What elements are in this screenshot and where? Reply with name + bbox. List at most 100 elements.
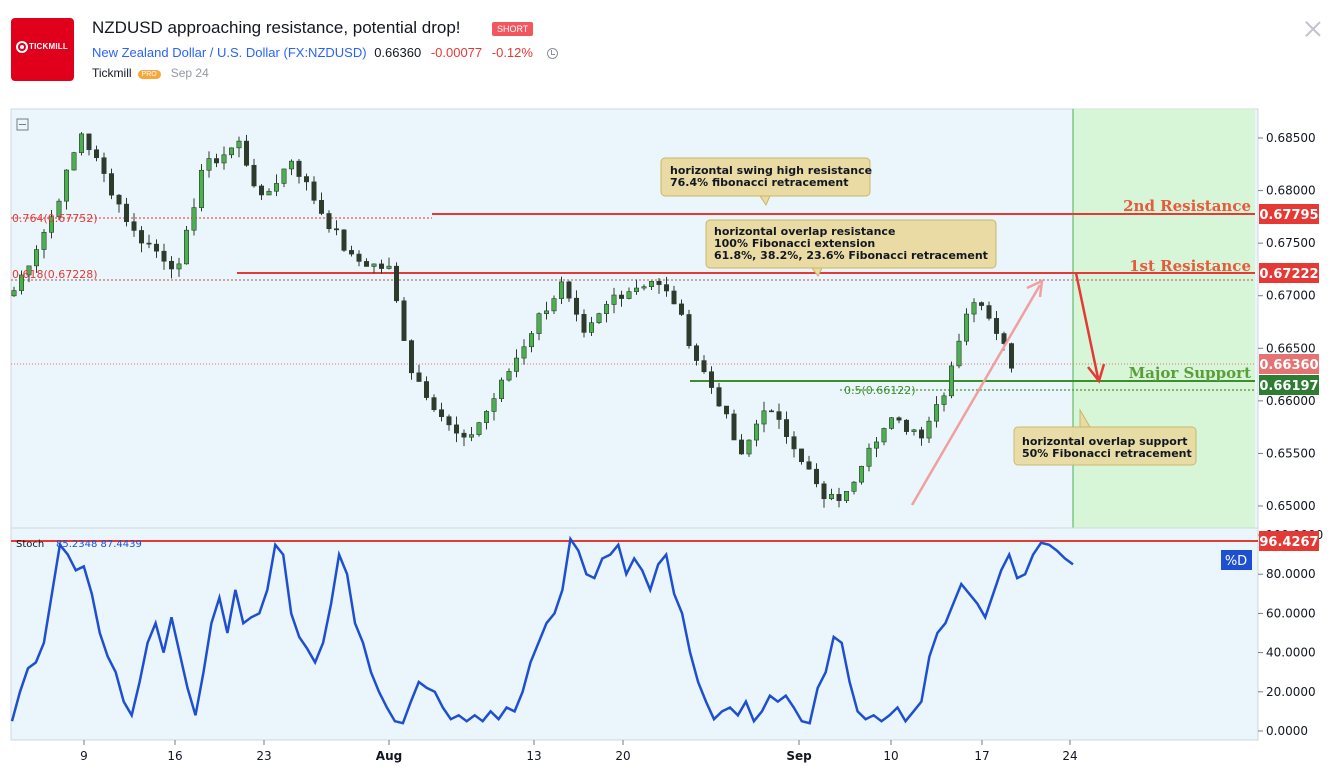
candle-body — [918, 429, 924, 439]
candle-body — [416, 372, 422, 382]
candle-body — [401, 300, 407, 341]
candle-body — [41, 231, 47, 250]
candle-body — [468, 434, 474, 438]
candle-body — [288, 160, 294, 170]
annotation-1-line-2: 76.4% fibonacci retracement — [670, 176, 848, 189]
candle-body — [611, 294, 617, 305]
candle-body — [476, 422, 482, 435]
candle-body — [588, 322, 594, 333]
candle-body — [941, 395, 947, 405]
candle-body — [626, 291, 632, 299]
candle-body — [933, 404, 939, 422]
candle-body — [161, 250, 167, 262]
candle-body — [558, 281, 564, 299]
candle-body — [378, 263, 384, 269]
stoch-values: 85.2348 87.4439 — [56, 539, 142, 550]
candle-body — [686, 314, 692, 347]
candle-body — [191, 207, 197, 231]
candle-body — [154, 243, 160, 252]
candle-body — [176, 263, 182, 270]
candle-body — [483, 411, 489, 423]
candle-body — [806, 461, 812, 470]
candle-body — [738, 439, 744, 455]
x-tick-label: Sep — [786, 749, 812, 763]
candle-body — [281, 168, 287, 184]
candle-body — [596, 313, 602, 324]
chart-area[interactable]: 0.68500 0.68000 0.67500 0.67000 0.66500 0.660… — [0, 0, 1341, 778]
candle-body — [318, 200, 324, 214]
candle-body — [768, 410, 774, 413]
candle-body — [408, 340, 414, 374]
candle-body — [551, 298, 557, 312]
candle-body — [258, 185, 264, 196]
candle-body — [821, 483, 827, 500]
candle-body — [356, 253, 362, 262]
candle-body — [124, 203, 130, 223]
candle-body — [678, 303, 684, 315]
y-tick-label: 0.66500 — [1266, 341, 1316, 355]
x-tick-label: 13 — [526, 749, 541, 763]
y-tick-label: 0.67000 — [1266, 289, 1316, 303]
annotation-overlap-resistance[interactable]: horizontal overlap resistance 100% Fibon… — [705, 219, 997, 277]
x-tick-label: Aug — [376, 749, 402, 763]
x-tick-label: 23 — [256, 749, 271, 763]
stoch-level-tag: 96.4267 — [1259, 535, 1318, 550]
candle-body — [386, 265, 392, 269]
candle-body — [131, 221, 137, 231]
candle-body — [858, 465, 864, 483]
candle-body — [221, 154, 227, 164]
annotation-2-line-3: 61.8%, 38.2%, 23.6% Fibonacci retracemen… — [714, 249, 988, 262]
candle-body — [648, 280, 654, 287]
candle-body — [506, 371, 512, 381]
x-tick-label: 20 — [615, 749, 630, 763]
candle-body — [971, 302, 977, 315]
candle-body — [206, 158, 212, 171]
candle-body — [618, 294, 624, 299]
x-tick-label: 10 — [883, 749, 898, 763]
candle-body — [311, 181, 317, 201]
candle-body — [199, 169, 205, 208]
candle-body — [843, 491, 849, 501]
candle-body — [716, 387, 722, 407]
candle-body — [798, 448, 804, 463]
y-tick-label: 0.67500 — [1266, 236, 1316, 250]
candle-body — [888, 417, 894, 429]
candle-body — [251, 164, 257, 187]
candle-body — [116, 194, 122, 205]
candle-body — [956, 340, 962, 367]
y-tick-label: 60.0000 — [1266, 606, 1316, 620]
candle-body — [169, 260, 175, 270]
candle-body — [109, 173, 115, 196]
candle-body — [731, 413, 737, 441]
fib-618-label: 0.618(0.67228) — [12, 268, 98, 281]
candle-body — [94, 149, 100, 159]
candle-body — [836, 494, 842, 501]
candle-body — [641, 286, 647, 289]
y-tick-label: 0.65500 — [1266, 446, 1316, 460]
candle-body — [783, 419, 789, 437]
x-tick-label: 24 — [1062, 749, 1077, 763]
candle-body — [423, 381, 429, 398]
x-tick-label: 17 — [974, 749, 989, 763]
candle-body — [828, 494, 834, 500]
candle-body — [273, 183, 279, 192]
candle-body — [701, 360, 707, 373]
candle-body — [236, 140, 242, 149]
candle-body — [851, 481, 857, 492]
candle-body — [536, 313, 542, 334]
candle-body — [244, 140, 250, 166]
candle-body — [993, 318, 999, 334]
candle-body — [266, 190, 272, 196]
candle-body — [491, 398, 497, 412]
candle-body — [528, 333, 534, 348]
candle-body — [101, 157, 107, 174]
candle-body — [1008, 343, 1014, 369]
candle-body — [753, 423, 759, 441]
candle-body — [573, 297, 579, 315]
candle-body — [813, 468, 819, 485]
candle-body — [184, 229, 190, 265]
candle-body — [453, 424, 459, 434]
candle-body — [963, 313, 969, 342]
y-tick-label: 0.68500 — [1266, 131, 1316, 145]
candle-body — [11, 290, 17, 297]
